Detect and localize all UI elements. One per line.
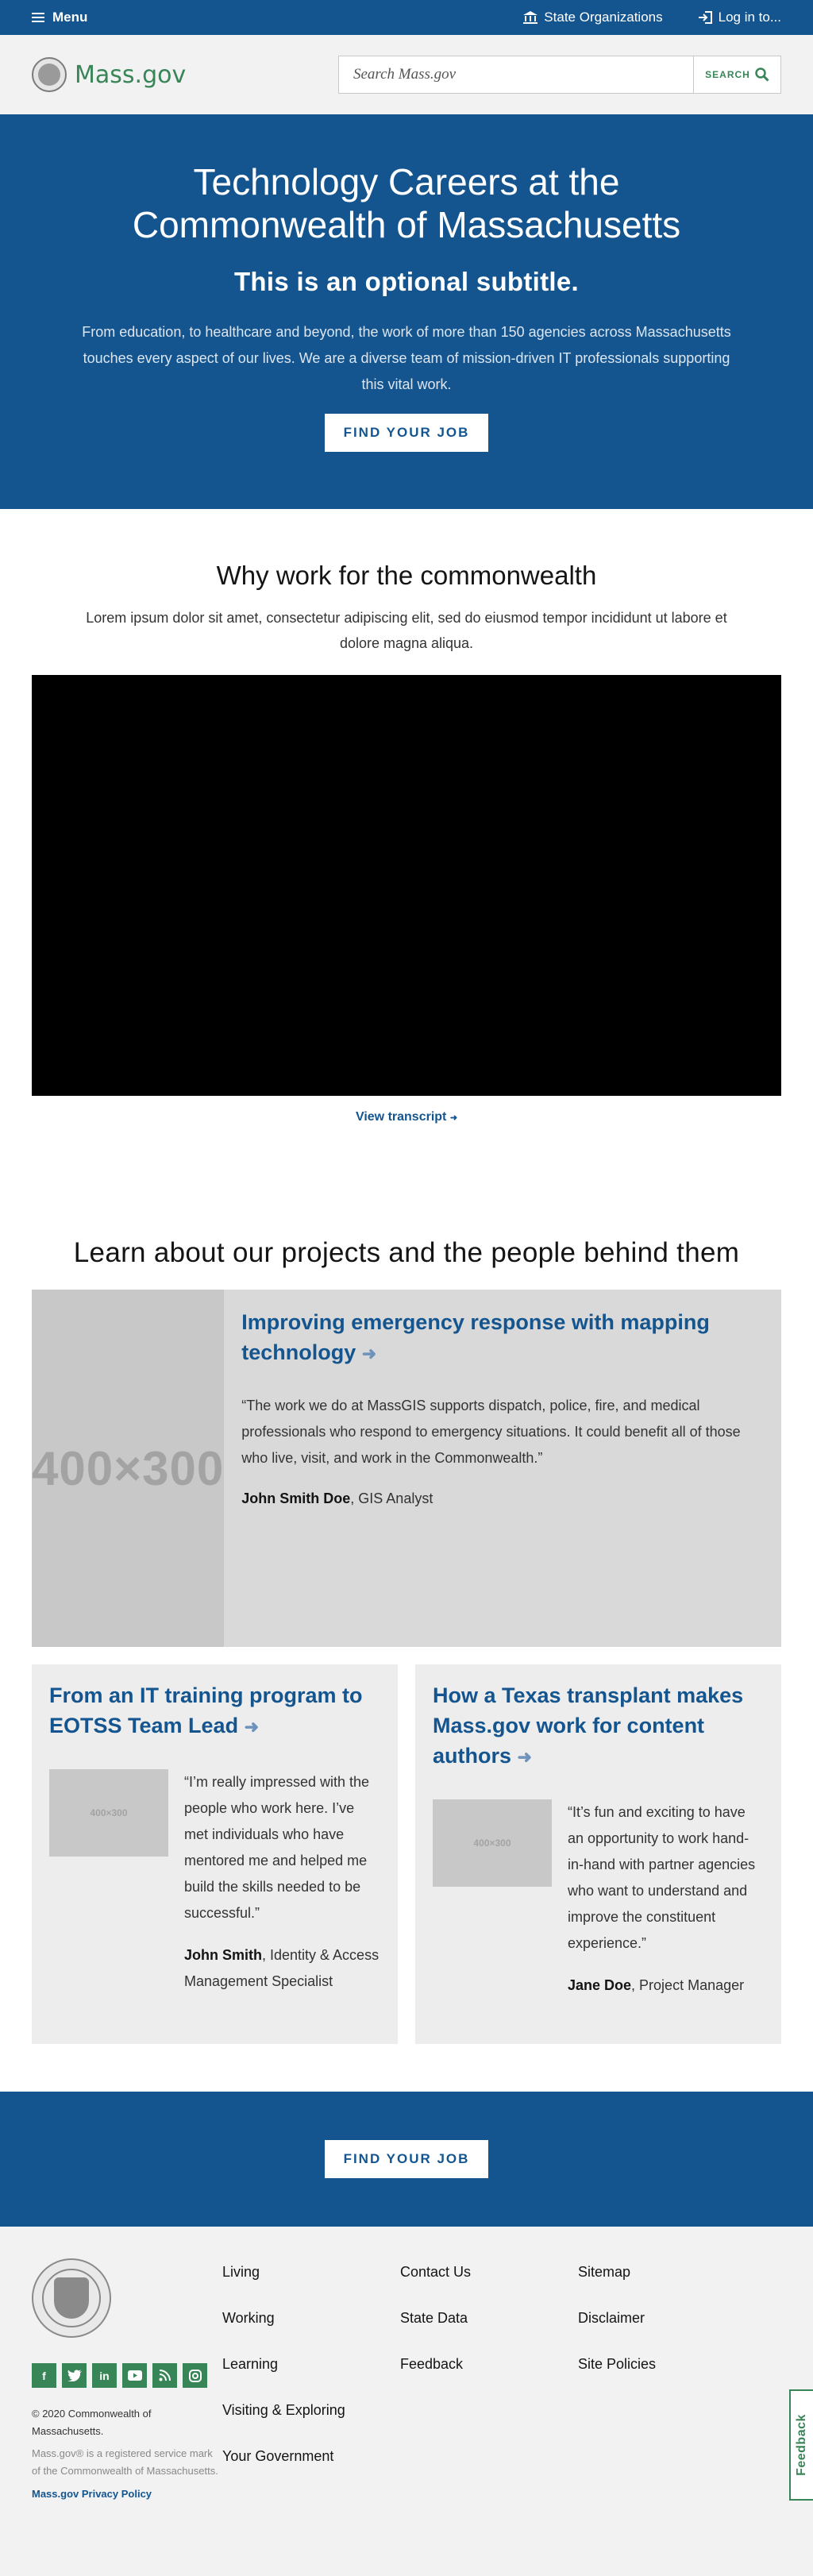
story-quote: “I’m really impressed with the people wh… xyxy=(184,1774,370,1921)
placeholder-image: 400×300 xyxy=(32,1290,225,1647)
placeholder-image: 400×300 xyxy=(49,1769,168,1857)
cta-band: FIND YOUR JOB xyxy=(0,2092,813,2227)
why-text: Lorem ipsum dolor sit amet, consectetur … xyxy=(86,610,727,651)
placeholder-image: 400×300 xyxy=(433,1799,552,1887)
person-name: John Smith Doe xyxy=(241,1490,351,1506)
seal-icon xyxy=(32,57,67,92)
featured-story-attribution: John Smith Doe, GIS Analyst xyxy=(241,1486,764,1512)
footer-link-learning[interactable]: Learning xyxy=(222,2355,400,2373)
story-link[interactable]: How a Texas transplant makes Mass.gov wo… xyxy=(433,1680,764,1772)
state-organizations-button[interactable]: State Organizations xyxy=(523,10,663,25)
logo-text: Mass.gov xyxy=(75,60,187,89)
featured-story-card: 400×300 Improving emergency response wit… xyxy=(32,1290,781,1647)
hero-banner: Technology Careers at the Commonwealth o… xyxy=(0,114,813,509)
footer-link-contact[interactable]: Contact Us xyxy=(400,2263,578,2281)
social-links: f in xyxy=(32,2363,222,2388)
learn-title: Learn about our projects and the people … xyxy=(73,1237,740,1268)
feedback-tab-label: Feedback xyxy=(795,2414,808,2476)
view-transcript-link[interactable]: View transcript ➜ xyxy=(356,1110,457,1124)
footer-link-visiting[interactable]: Visiting & Exploring xyxy=(222,2401,400,2419)
linkedin-icon[interactable]: in xyxy=(92,2363,117,2388)
youtube-icon[interactable] xyxy=(122,2363,147,2388)
story-title: How a Texas transplant makes Mass.gov wo… xyxy=(433,1683,744,1768)
footer-link-working[interactable]: Working xyxy=(222,2309,400,2327)
story-quote: “It’s fun and exciting to have an opport… xyxy=(568,1804,756,1951)
story-attribution: Jane Doe, Project Manager xyxy=(568,1972,764,1999)
find-your-job-button[interactable]: FIND YOUR JOB xyxy=(324,414,489,452)
story-link[interactable]: From an IT training program to EOTSS Tea… xyxy=(49,1680,380,1742)
feedback-tab[interactable]: Feedback xyxy=(789,2389,813,2501)
arrow-right-icon: ➜ xyxy=(361,1344,377,1363)
privacy-policy-link[interactable]: Mass.gov Privacy Policy xyxy=(32,2488,222,2500)
login-label: Log in to... xyxy=(718,10,781,25)
search-button-label: SEARCH xyxy=(705,69,750,80)
featured-story-title: Improving emergency response with mappin… xyxy=(241,1310,710,1364)
footer-link-sitemap[interactable]: Sitemap xyxy=(578,2263,756,2281)
copyright-text: © 2020 Commonwealth of Massachusetts. xyxy=(32,2408,152,2437)
footer-link-disclaimer[interactable]: Disclaimer xyxy=(578,2309,756,2327)
page-subtitle: This is an optional subtitle. xyxy=(233,267,580,296)
login-button[interactable]: Log in to... xyxy=(698,10,781,25)
site-logo[interactable]: Mass.gov xyxy=(32,57,186,92)
find-your-job-button[interactable]: FIND YOUR JOB xyxy=(324,2140,489,2178)
menu-button[interactable]: Menu xyxy=(32,10,87,25)
featured-story-link[interactable]: Improving emergency response with mappin… xyxy=(241,1307,764,1369)
footer-link-living[interactable]: Living xyxy=(222,2263,400,2281)
hero-description: From education, to healthcare and beyond… xyxy=(82,324,731,392)
arrow-right-icon: ➜ xyxy=(244,1717,260,1737)
search-form: SEARCH xyxy=(338,56,781,94)
arrow-right-icon: ➜ xyxy=(449,1113,458,1123)
person-name: John Smith xyxy=(184,1947,262,1963)
view-transcript-label: View transcript xyxy=(355,1110,447,1124)
person-role: , Project Manager xyxy=(631,1977,745,1993)
building-icon xyxy=(523,11,538,24)
story-cards: From an IT training program to EOTSS Tea… xyxy=(32,1664,781,2044)
footer-link-feedback[interactable]: Feedback xyxy=(400,2355,578,2373)
utility-nav: Menu State Organizations Log in to... xyxy=(0,0,813,35)
twitter-icon[interactable] xyxy=(62,2363,87,2388)
footer-link-state-data[interactable]: State Data xyxy=(400,2309,578,2327)
why-section: Why work for the commonwealth Lorem ipsu… xyxy=(0,509,813,1124)
state-organizations-label: State Organizations xyxy=(544,10,663,25)
search-button[interactable]: SEARCH xyxy=(693,56,780,93)
learn-section: Learn about our projects and the people … xyxy=(0,1124,813,2044)
search-input[interactable] xyxy=(339,56,693,93)
story-card: From an IT training program to EOTSS Tea… xyxy=(32,1664,398,2044)
page-title: Technology Careers at the Commonwealth o… xyxy=(132,161,681,245)
hamburger-icon xyxy=(32,13,44,22)
menu-label: Menu xyxy=(52,10,88,25)
story-title: From an IT training program to EOTSS Tea… xyxy=(49,1683,363,1737)
footer-link-site-policies[interactable]: Site Policies xyxy=(578,2355,756,2373)
footer-column: Contact Us State Data Feedback xyxy=(400,2258,578,2576)
instagram-icon[interactable] xyxy=(183,2363,207,2388)
login-icon xyxy=(698,11,712,24)
footer-links: Living Working Learning Visiting & Explo… xyxy=(222,2258,756,2576)
site-header: Mass.gov SEARCH xyxy=(0,35,813,114)
facebook-icon[interactable]: f xyxy=(32,2363,56,2388)
state-seal-icon xyxy=(32,2258,111,2338)
rss-icon[interactable] xyxy=(152,2363,177,2388)
story-card: How a Texas transplant makes Mass.gov wo… xyxy=(415,1664,781,2044)
why-title: Why work for the commonwealth xyxy=(216,561,597,590)
site-footer: f in © 2020 Commonwealth of Massachusett… xyxy=(0,2227,813,2576)
footer-link-government[interactable]: Your Government xyxy=(222,2447,400,2465)
video-player[interactable] xyxy=(32,675,781,1096)
featured-story-quote: “The work we do at MassGIS supports disp… xyxy=(241,1398,741,1466)
footer-column: Sitemap Disclaimer Site Policies xyxy=(578,2258,756,2576)
trademark-text: Mass.gov® is a registered service mark o… xyxy=(32,2447,218,2477)
person-role: , GIS Analyst xyxy=(350,1490,433,1506)
search-icon xyxy=(755,67,769,82)
footer-column: Living Working Learning Visiting & Explo… xyxy=(222,2258,400,2576)
story-attribution: John Smith, Identity & Access Management… xyxy=(184,1942,380,1995)
arrow-right-icon: ➜ xyxy=(517,1747,532,1767)
person-name: Jane Doe xyxy=(568,1977,632,1993)
